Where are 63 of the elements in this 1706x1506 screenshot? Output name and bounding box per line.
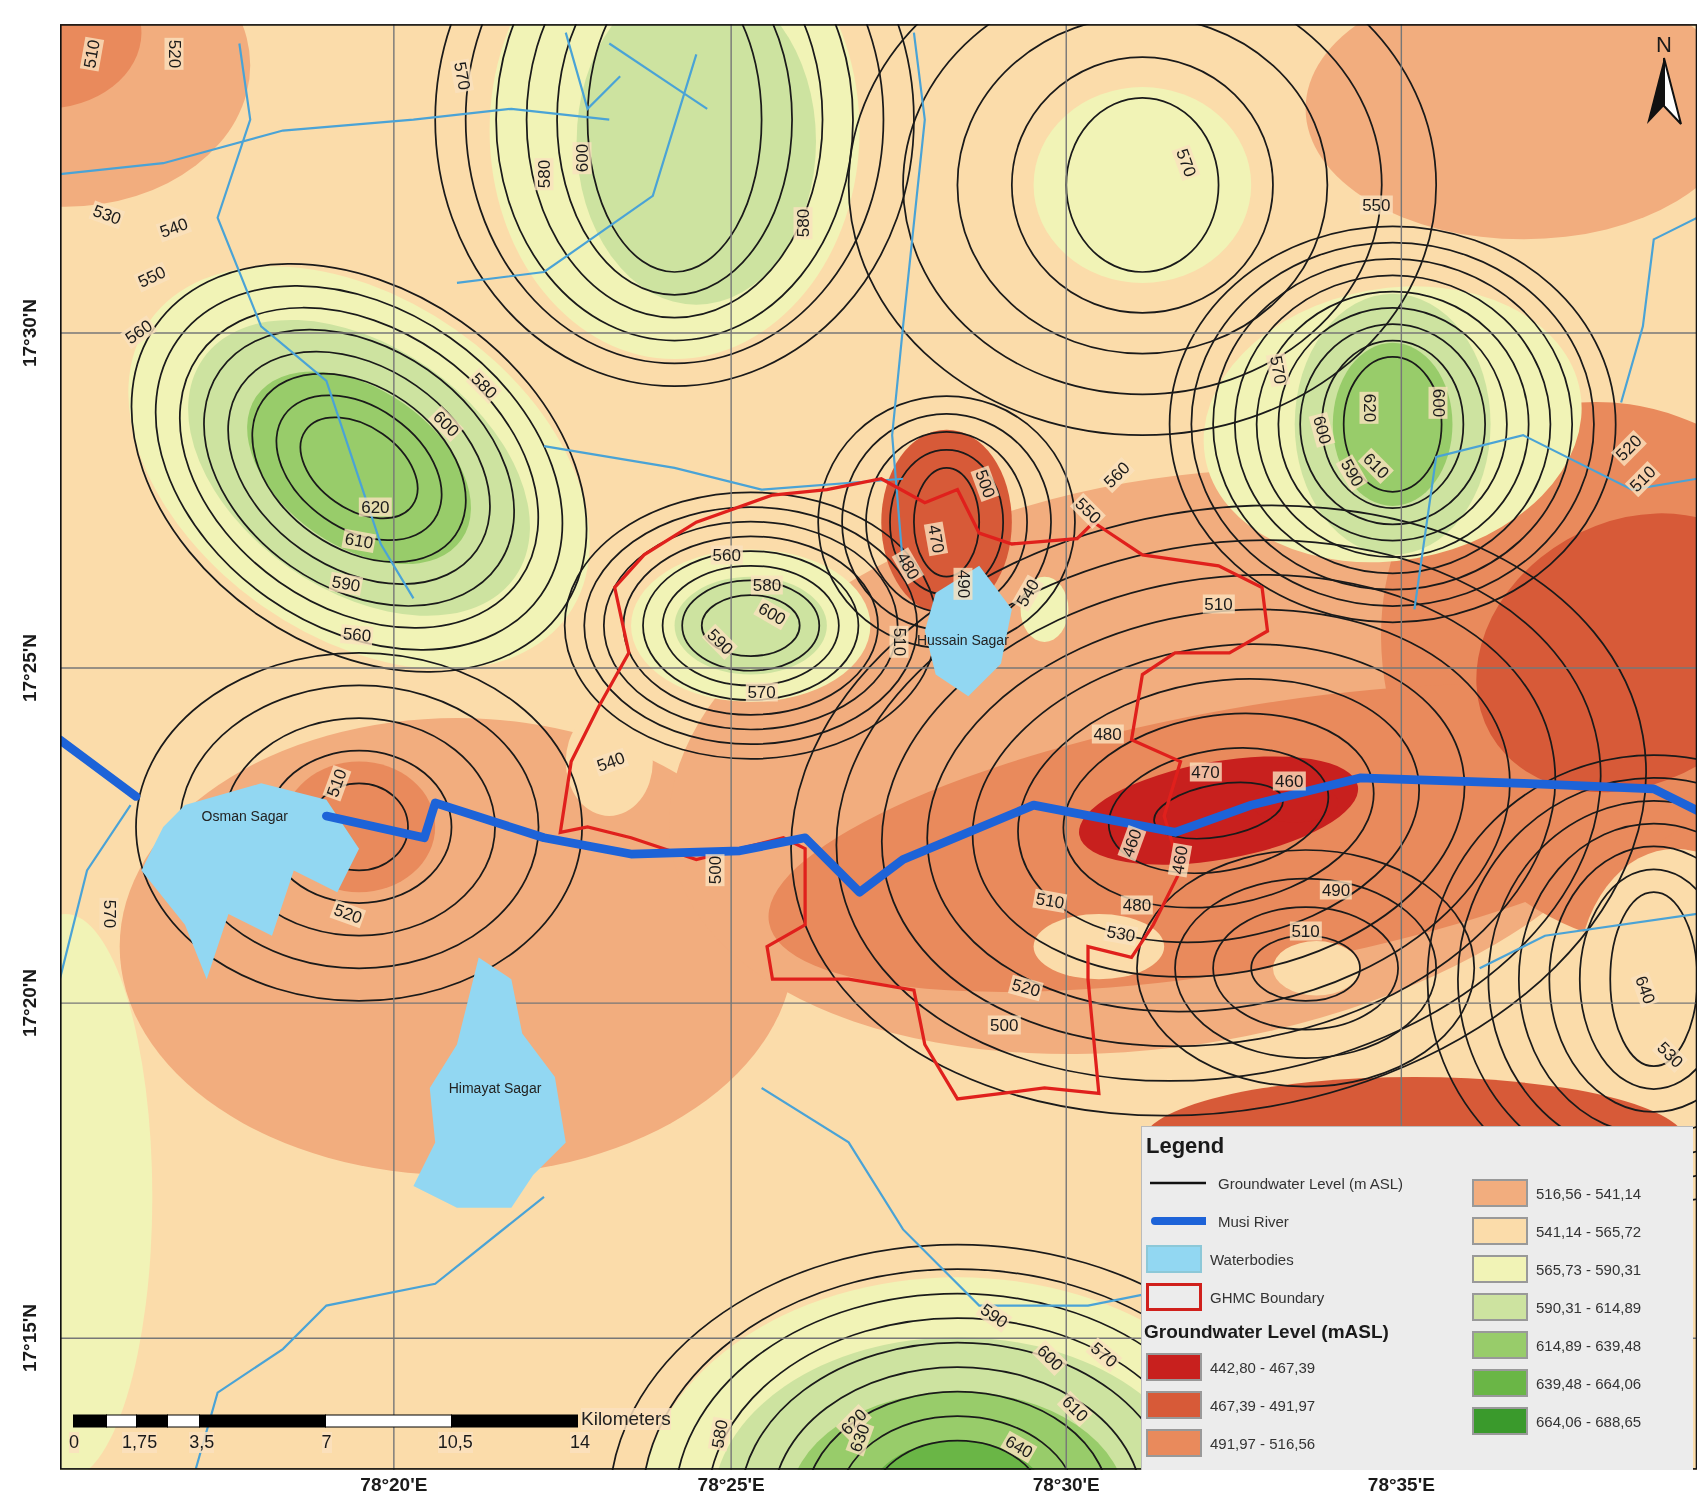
legend-label: 467,39 - 491,97 bbox=[1210, 1396, 1316, 1414]
legend-label: Groundwater Level (m ASL) bbox=[1218, 1174, 1404, 1192]
latitude-label: 17°15'N bbox=[19, 1304, 41, 1373]
contour-label: 570 bbox=[745, 682, 778, 702]
contour-label: 470 bbox=[1189, 762, 1222, 782]
legend-title: Legend bbox=[1146, 1133, 1226, 1159]
contour-label: 580 bbox=[750, 575, 784, 595]
river-line-icon bbox=[1150, 1216, 1206, 1226]
contour-label: 570 bbox=[99, 897, 119, 931]
latitude-label: 17°25'N bbox=[19, 634, 41, 703]
place-label: Osman Sagar bbox=[201, 808, 288, 824]
contour-label: 490 bbox=[1319, 880, 1353, 900]
legend-label: 442,80 - 467,39 bbox=[1210, 1358, 1316, 1376]
scale-tick-label: 7 bbox=[321, 1432, 332, 1453]
contour-label: 620 bbox=[1359, 391, 1379, 425]
contour-label: 510 bbox=[889, 625, 909, 659]
scale-tick-label: 14 bbox=[570, 1432, 590, 1453]
contour-label: 550 bbox=[1360, 195, 1393, 215]
longitude-label: 78°25'E bbox=[697, 1474, 765, 1496]
contour-label: 600 bbox=[1428, 386, 1448, 419]
legend-label: 639,48 - 664,06 bbox=[1536, 1374, 1642, 1392]
place-label: Hussain Sagar bbox=[916, 631, 1009, 648]
contour-label: 460 bbox=[1273, 771, 1306, 791]
legend-label: 516,56 - 541,14 bbox=[1536, 1184, 1642, 1202]
legend-label: Waterbodies bbox=[1210, 1250, 1294, 1268]
contour-label: 480 bbox=[1120, 895, 1154, 915]
contour-label: 520 bbox=[164, 38, 184, 71]
legend-label: 491,97 - 516,56 bbox=[1210, 1434, 1316, 1452]
waterbody-swatch bbox=[1146, 1245, 1202, 1273]
north-label: N bbox=[1656, 34, 1672, 56]
contour-label: 500 bbox=[988, 1015, 1021, 1035]
boundary-swatch bbox=[1146, 1283, 1202, 1311]
latitude-label: 17°20'N bbox=[19, 969, 41, 1038]
place-label: Himayat Sagar bbox=[448, 1080, 542, 1096]
contour-label: 480 bbox=[1091, 724, 1124, 744]
legend-label: 664,06 - 688,65 bbox=[1536, 1412, 1642, 1430]
longitude-label: 78°35'E bbox=[1367, 1474, 1435, 1496]
contour-label: 580 bbox=[534, 157, 554, 191]
legend-label: Musi River bbox=[1218, 1212, 1289, 1230]
contour-label: 500 bbox=[705, 854, 725, 887]
contour-label: 510 bbox=[1289, 921, 1322, 941]
contour-line-icon bbox=[1150, 1180, 1206, 1186]
contour-label: 490 bbox=[953, 568, 973, 601]
legend-label: 541,14 - 565,72 bbox=[1536, 1222, 1642, 1240]
contour-label: 580 bbox=[793, 206, 813, 240]
legend-label: 614,89 - 639,48 bbox=[1536, 1336, 1642, 1354]
scale-tick-label: 3,5 bbox=[189, 1432, 215, 1453]
contour-label: 620 bbox=[359, 497, 392, 517]
scale-tick-label: 1,75 bbox=[122, 1432, 158, 1453]
legend-label: 565,73 - 590,31 bbox=[1536, 1260, 1642, 1278]
north-arrow-icon bbox=[1645, 56, 1683, 126]
latitude-label: 17°30'N bbox=[19, 298, 41, 367]
legend-subtitle: Groundwater Level (mASL) bbox=[1144, 1321, 1390, 1343]
longitude-label: 78°20'E bbox=[360, 1474, 428, 1496]
scale-tick-label: 0 bbox=[69, 1432, 79, 1453]
scale-unit-label: Kilometers bbox=[581, 1408, 671, 1430]
longitude-label: 78°30'E bbox=[1032, 1474, 1100, 1496]
contour-label: 510 bbox=[1202, 594, 1235, 614]
contour-label: 600 bbox=[572, 141, 592, 174]
legend-label: 590,31 - 614,89 bbox=[1536, 1298, 1642, 1316]
scale-tick-label: 10,5 bbox=[437, 1432, 473, 1453]
legend-label: GHMC Boundary bbox=[1210, 1288, 1325, 1306]
contour-label: 560 bbox=[710, 545, 743, 565]
